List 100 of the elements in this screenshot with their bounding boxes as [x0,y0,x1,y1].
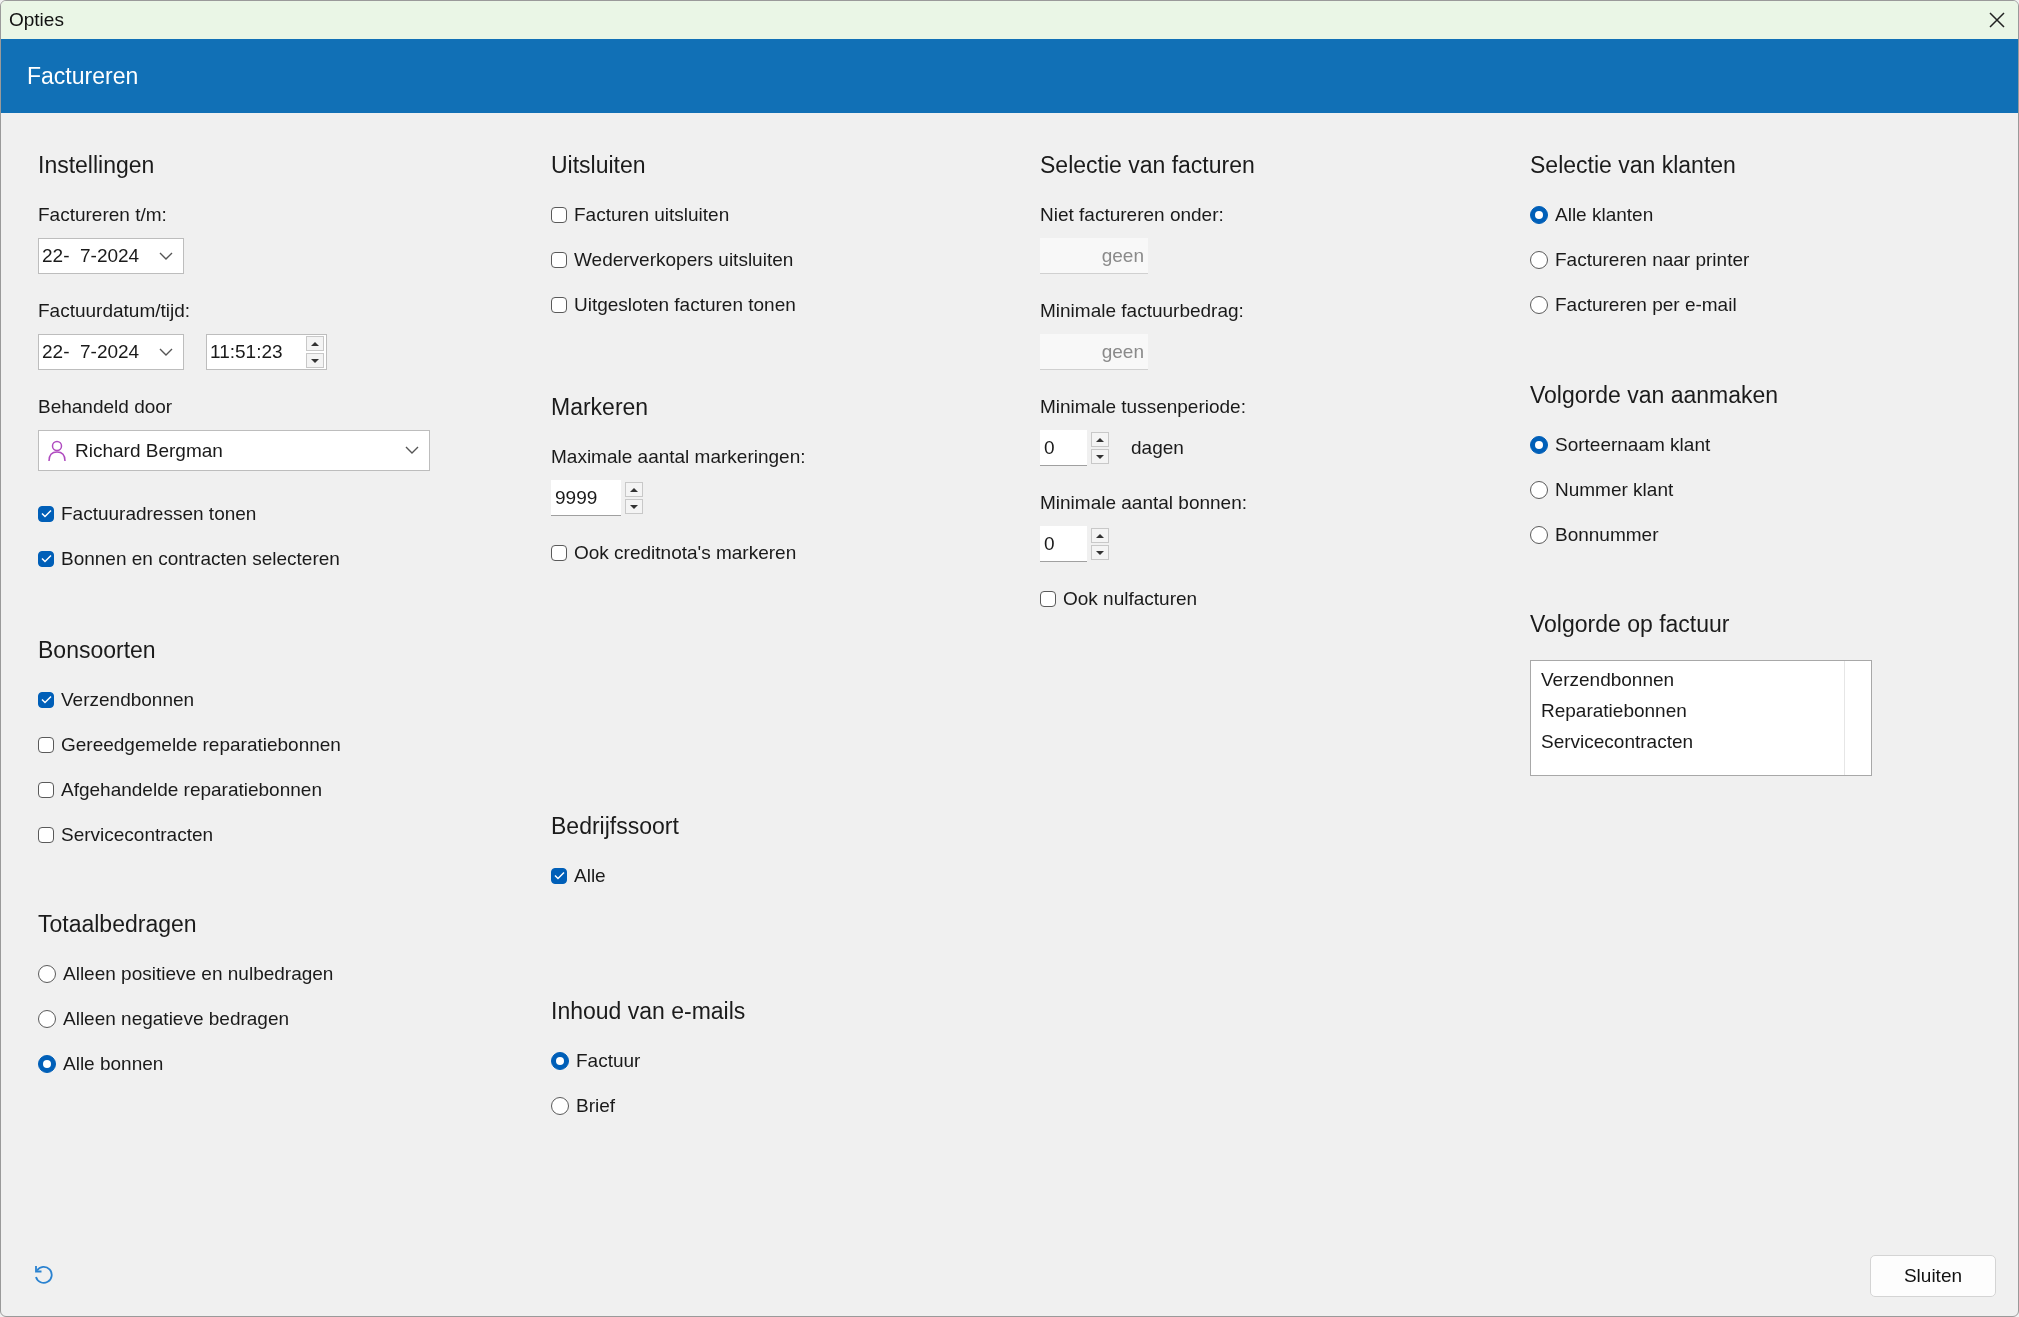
radio-label[interactable]: Factureren per e-mail [1555,293,1737,316]
field-label: Minimale aantal bonnen: [1040,491,1248,515]
spin-down-button[interactable] [625,499,643,514]
spin-up-button[interactable] [1091,432,1109,447]
spin-up-button[interactable] [306,336,324,351]
close-icon[interactable] [1988,11,2006,29]
field-label: Niet factureren onder: [1040,203,1224,227]
radio-button[interactable] [1530,525,1548,544]
radio-label[interactable]: Alle klanten [1555,203,1654,226]
checkbox-label[interactable]: Ook nulfacturen [1063,587,1198,610]
checkbox[interactable] [551,206,567,223]
section-heading: Volgorde van aanmaken [1530,381,1779,410]
chevron-icon [159,251,173,261]
radio-button[interactable] [1530,205,1548,224]
field-label: Behandeld door [38,395,173,419]
list-item[interactable]: Reparatiebonnen [1541,695,1687,726]
section-heading: Bedrijfssoort [551,812,679,841]
radio-label[interactable]: Alleen negatieve bedragen [63,1007,290,1030]
checkbox[interactable] [38,691,54,708]
number-field[interactable]: 0 [1040,526,1087,562]
triangle-up-icon [1095,532,1105,539]
radio-label[interactable]: Alle bonnen [63,1052,164,1075]
section-heading: Markeren [551,393,649,422]
spin-down-button[interactable] [306,353,324,368]
spin-down-button[interactable] [1091,449,1109,464]
checkbox[interactable] [38,736,54,753]
section-heading: Volgorde op factuur [1530,610,1730,639]
section-heading: Selectie van facturen [1040,151,1255,180]
checkbox-label[interactable]: Alle [574,864,606,887]
radio-label[interactable]: Brief [576,1094,616,1117]
list-item[interactable]: Servicecontracten [1541,726,1694,757]
checkbox[interactable] [38,550,54,567]
triangle-down-icon [1095,549,1105,556]
triangle-down-icon [310,357,320,364]
radio-label[interactable]: Bonnummer [1555,523,1659,546]
number-field[interactable]: 0 [1040,430,1087,466]
checkbox[interactable] [38,781,54,798]
field-label: Factuurdatum/tijd: [38,299,191,323]
checkbox[interactable] [551,251,567,268]
unit-label: dagen [1131,437,1184,459]
checkbox-label[interactable]: Uitgesloten facturen tonen [574,293,796,316]
close-button[interactable]: Sluiten [1870,1255,1996,1297]
triangle-down-icon [1095,453,1105,460]
checkbox[interactable] [551,544,567,561]
radio-label[interactable]: Nummer klant [1555,478,1674,501]
checkbox[interactable] [1040,590,1056,607]
checkbox-label[interactable]: Wederverkopers uitsluiten [574,248,794,271]
radio-label[interactable]: Factuur [576,1049,641,1072]
radio-label[interactable]: Factureren naar printer [1555,248,1750,271]
section-heading: Instellingen [38,151,155,180]
checkbox[interactable] [551,867,567,884]
spin-down-button[interactable] [1091,545,1109,560]
field-label: Minimale tussenperiode: [1040,395,1246,419]
checkbox-label[interactable]: Verzendbonnen [61,688,195,711]
checkbox-label[interactable]: Factuuradressen tonen [61,502,257,525]
checkbox-label[interactable]: Gereedgemelde reparatiebonnen [61,733,341,756]
person-dropdown[interactable]: Richard Bergman [38,430,430,471]
date-picker[interactable]: 22- 7-2024 [38,238,184,274]
radio-button[interactable] [1530,250,1548,269]
checkbox-label[interactable]: Servicecontracten [61,823,214,846]
field-label: Minimale factuurbedrag: [1040,299,1244,323]
window-title: Opties [9,9,64,31]
section-heading: Selectie van klanten [1530,151,1736,180]
section-heading: Totaalbedragen [38,910,197,939]
list-item[interactable]: Verzendbonnen [1541,664,1675,695]
checkbox[interactable] [38,826,54,843]
triangle-down-icon [629,503,639,510]
chevron-icon [159,347,173,357]
radio-button[interactable] [1530,480,1548,499]
spin-up-button[interactable] [625,482,643,497]
radio-label[interactable]: Sorteernaam klant [1555,433,1711,456]
checkbox-label[interactable]: Bonnen en contracten selecteren [61,547,340,570]
radio-button[interactable] [38,1009,56,1028]
section-heading: Uitsluiten [551,151,646,180]
chevron-icon [405,446,419,455]
radio-label[interactable]: Alleen positieve en nulbedragen [63,962,334,985]
radio-button[interactable] [1530,435,1548,454]
field-label: Maximale aantal markeringen: [551,445,806,469]
triangle-up-icon [310,340,320,347]
triangle-up-icon [629,486,639,493]
time-field[interactable]: 11:51:23 [206,334,327,370]
order-listbox[interactable]: Verzendbonnen Reparatiebonnen Servicecontracten [1530,660,1872,776]
radio-button[interactable] [1530,295,1548,314]
checkbox-label[interactable]: Facturen uitsluiten [574,203,730,226]
checkbox[interactable] [38,505,54,522]
checkbox[interactable] [551,296,567,313]
radio-button[interactable] [38,964,56,983]
date-picker[interactable]: 22- 7-2024 [38,334,184,370]
section-heading: Bonsoorten [38,636,156,665]
radio-button[interactable] [38,1054,56,1073]
spin-up-button[interactable] [1091,528,1109,543]
checkbox-label[interactable]: Ook creditnota's markeren [574,541,797,564]
radio-button[interactable] [551,1096,569,1115]
triangle-up-icon [1095,436,1105,443]
section-heading: Inhoud van e-mails [551,997,746,1026]
field-label: Factureren t/m: [38,203,167,227]
header-title: Factureren [27,62,139,90]
radio-button[interactable] [551,1051,569,1070]
number-field[interactable]: 9999 [551,480,621,516]
checkbox-label[interactable]: Afgehandelde reparatiebonnen [61,778,322,801]
